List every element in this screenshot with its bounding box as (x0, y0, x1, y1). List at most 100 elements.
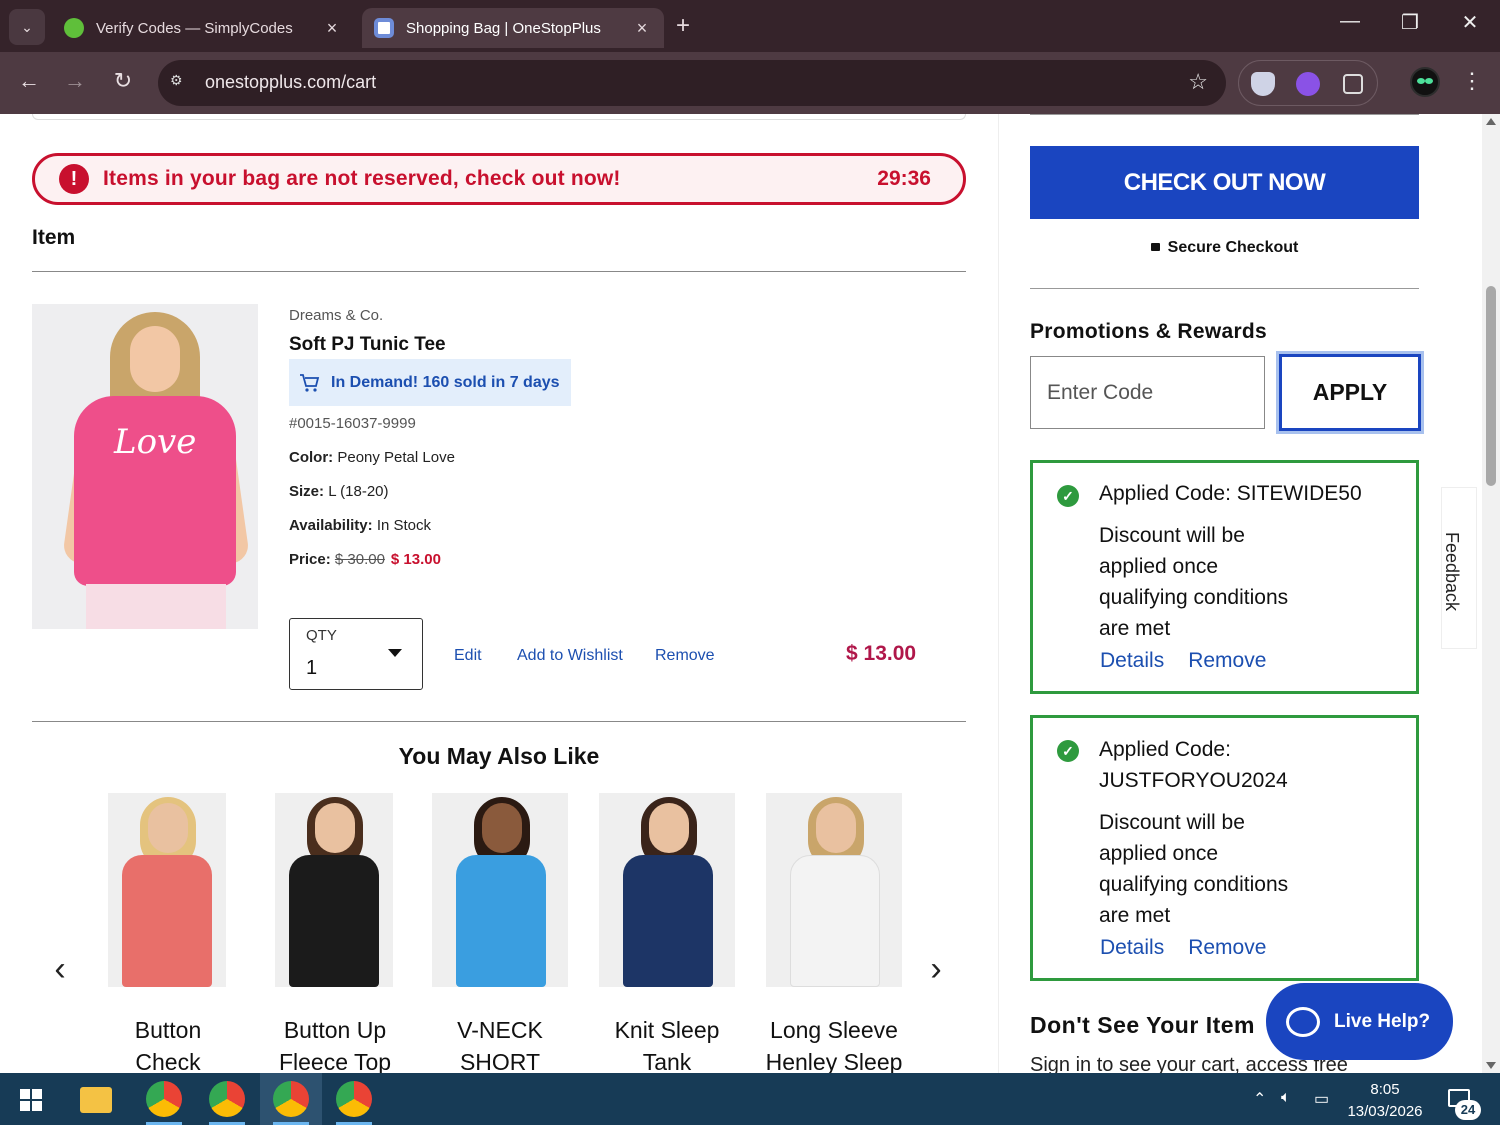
chrome-l-profile-icon[interactable] (336, 1081, 372, 1117)
applied-code-description: Discount will be applied once qualifying… (1099, 811, 1289, 927)
site-settings-icon[interactable]: ⚙ (170, 72, 192, 94)
close-tab-icon[interactable]: × (322, 18, 342, 39)
remove-code-link[interactable]: Remove (1188, 649, 1266, 672)
details-link[interactable]: Details (1100, 936, 1164, 959)
sale-price: $ 13.00 (390, 551, 441, 568)
recommendation-name[interactable]: Long Sleeve Henley Sleep (744, 1014, 924, 1073)
scroll-up-icon[interactable] (1486, 118, 1496, 125)
carousel-next-icon[interactable]: › (921, 950, 951, 989)
qty-value: 1 (306, 657, 318, 679)
divider (32, 721, 966, 722)
windows-start-icon[interactable] (20, 1089, 42, 1111)
scroll-down-icon[interactable] (1486, 1062, 1496, 1069)
recommendation-image[interactable] (599, 793, 735, 987)
live-help-button[interactable]: Live Help? (1266, 983, 1453, 1060)
network-icon[interactable]: ▭ (1314, 1089, 1329, 1109)
file-explorer-icon[interactable] (80, 1087, 112, 1113)
alert-message: Items in your bag are not reserved, chec… (103, 167, 621, 190)
product-name[interactable]: Soft PJ Tunic Tee (289, 334, 446, 356)
quantity-select[interactable]: QTY 1 (289, 618, 423, 690)
clock-time: 8:05 (1370, 1081, 1400, 1098)
divider (1030, 288, 1419, 289)
puzzle-extensions-icon[interactable] (1343, 74, 1363, 94)
check-circle-icon: ✓ (1057, 740, 1079, 762)
edit-link[interactable]: Edit (454, 647, 482, 665)
applied-code-card: ✓ Applied Code: JUSTFORYOU2024 Discount … (1030, 715, 1419, 981)
purple-extension-icon[interactable] (1296, 72, 1320, 96)
carousel-prev-icon[interactable]: ‹ (45, 950, 75, 989)
chrome-active-icon[interactable] (273, 1081, 309, 1117)
minimize-icon[interactable]: — (1330, 10, 1370, 33)
page-scrollbar[interactable] (1482, 114, 1500, 1073)
applied-code-actions: Details Remove (1100, 936, 1290, 960)
recommendation-name[interactable]: Button Check (78, 1014, 258, 1073)
recommendation-name[interactable]: Button Up Fleece Top (245, 1014, 425, 1073)
system-clock[interactable]: 8:05 13/03/2026 (1340, 1079, 1430, 1123)
shopping-cart-icon (300, 373, 320, 392)
recommendation-image[interactable] (432, 793, 568, 987)
new-tab-icon[interactable]: + (676, 12, 690, 40)
recommendation-image[interactable] (275, 793, 393, 987)
close-window-icon[interactable]: ✕ (1450, 10, 1490, 35)
bookmark-star-icon[interactable]: ☆ (1188, 69, 1208, 95)
recommendation-image[interactable] (108, 793, 226, 987)
simplycodes-favicon-icon (64, 18, 84, 38)
product-size: Size: L (18-20) (289, 483, 389, 500)
recommendation-card[interactable]: Knit Sleep Tank (599, 793, 735, 1073)
forward-icon[interactable]: → (59, 68, 91, 94)
tray-chevron-icon[interactable]: ⌃ (1253, 1089, 1266, 1109)
volume-icon[interactable]: 🔈︎ (1281, 1089, 1291, 1107)
item-column-header: Item (32, 226, 76, 249)
chrome-profile-icon[interactable] (209, 1081, 245, 1117)
extensions-group (1238, 60, 1378, 106)
address-bar[interactable]: ⚙ onestopplus.com/cart ☆ (158, 60, 1226, 106)
feedback-tab[interactable]: Feedback (1441, 487, 1477, 649)
applied-code-description: Discount will be applied once qualifying… (1099, 524, 1289, 640)
restore-icon[interactable]: ❐ (1390, 10, 1430, 35)
tab-onestopplus[interactable]: Shopping Bag | OneStopPlus × (362, 8, 664, 48)
scroll-thumb[interactable] (1486, 286, 1496, 486)
shield-extension-icon[interactable] (1251, 72, 1275, 96)
notification-count: 24 (1455, 1100, 1481, 1120)
add-to-wishlist-link[interactable]: Add to Wishlist (517, 647, 623, 665)
recommendation-card[interactable]: V-NECK SHORT (432, 793, 568, 1073)
tab-search-button[interactable]: ⌄ (9, 9, 45, 45)
checkout-now-button[interactable]: CHECK OUT NOW (1030, 146, 1419, 219)
chevron-down-icon: ⌄ (21, 18, 33, 35)
garment-shape (122, 855, 212, 987)
product-availability: Availability: In Stock (289, 517, 432, 534)
recommendation-card[interactable]: Button Up Fleece Top (275, 793, 393, 1073)
url-text[interactable]: onestopplus.com/cart (205, 72, 376, 93)
back-icon[interactable]: ← (13, 68, 45, 94)
lock-icon (1150, 243, 1160, 251)
remove-item-link[interactable]: Remove (655, 647, 715, 665)
tab-title: Shopping Bag | OneStopPlus (406, 19, 601, 37)
card-edge (32, 114, 966, 120)
chat-bubble-icon (1286, 1006, 1320, 1037)
recommendation-image[interactable] (766, 793, 902, 987)
recommendation-name[interactable]: Knit Sleep Tank (577, 1014, 757, 1073)
promotions-title: Promotions & Rewards (1030, 320, 1268, 343)
recommendation-name[interactable]: V-NECK SHORT (410, 1014, 590, 1073)
details-link[interactable]: Details (1100, 649, 1164, 672)
close-tab-icon[interactable]: × (632, 18, 652, 39)
recommendation-card[interactable]: Button Check (108, 793, 226, 1073)
product-brand: Dreams & Co. (289, 307, 384, 324)
profile-avatar-icon[interactable] (1410, 67, 1440, 97)
product-image[interactable]: Love (32, 304, 258, 629)
chrome-icon[interactable] (146, 1081, 182, 1117)
garment-shape (456, 855, 546, 987)
garment-shape (790, 855, 880, 987)
secure-checkout: Secure Checkout (1030, 239, 1419, 257)
garment-shape (289, 855, 379, 987)
apply-code-button[interactable]: APPLY (1279, 354, 1421, 431)
applied-code-card: ✓ Applied Code: SITEWIDE50 Discount will… (1030, 460, 1419, 694)
menu-kebab-icon[interactable]: ⋮ (1460, 68, 1484, 94)
remove-code-link[interactable]: Remove (1188, 936, 1266, 959)
reload-icon[interactable]: ↻ (107, 68, 139, 94)
tab-simplycodes[interactable]: Verify Codes — SimplyCodes × (52, 8, 354, 48)
original-price: $ 30.00 (334, 551, 385, 568)
recommendation-card[interactable]: Long Sleeve Henley Sleep (766, 793, 902, 1073)
promo-code-input[interactable] (1030, 356, 1265, 429)
clock-date: 13/03/2026 (1347, 1103, 1423, 1120)
